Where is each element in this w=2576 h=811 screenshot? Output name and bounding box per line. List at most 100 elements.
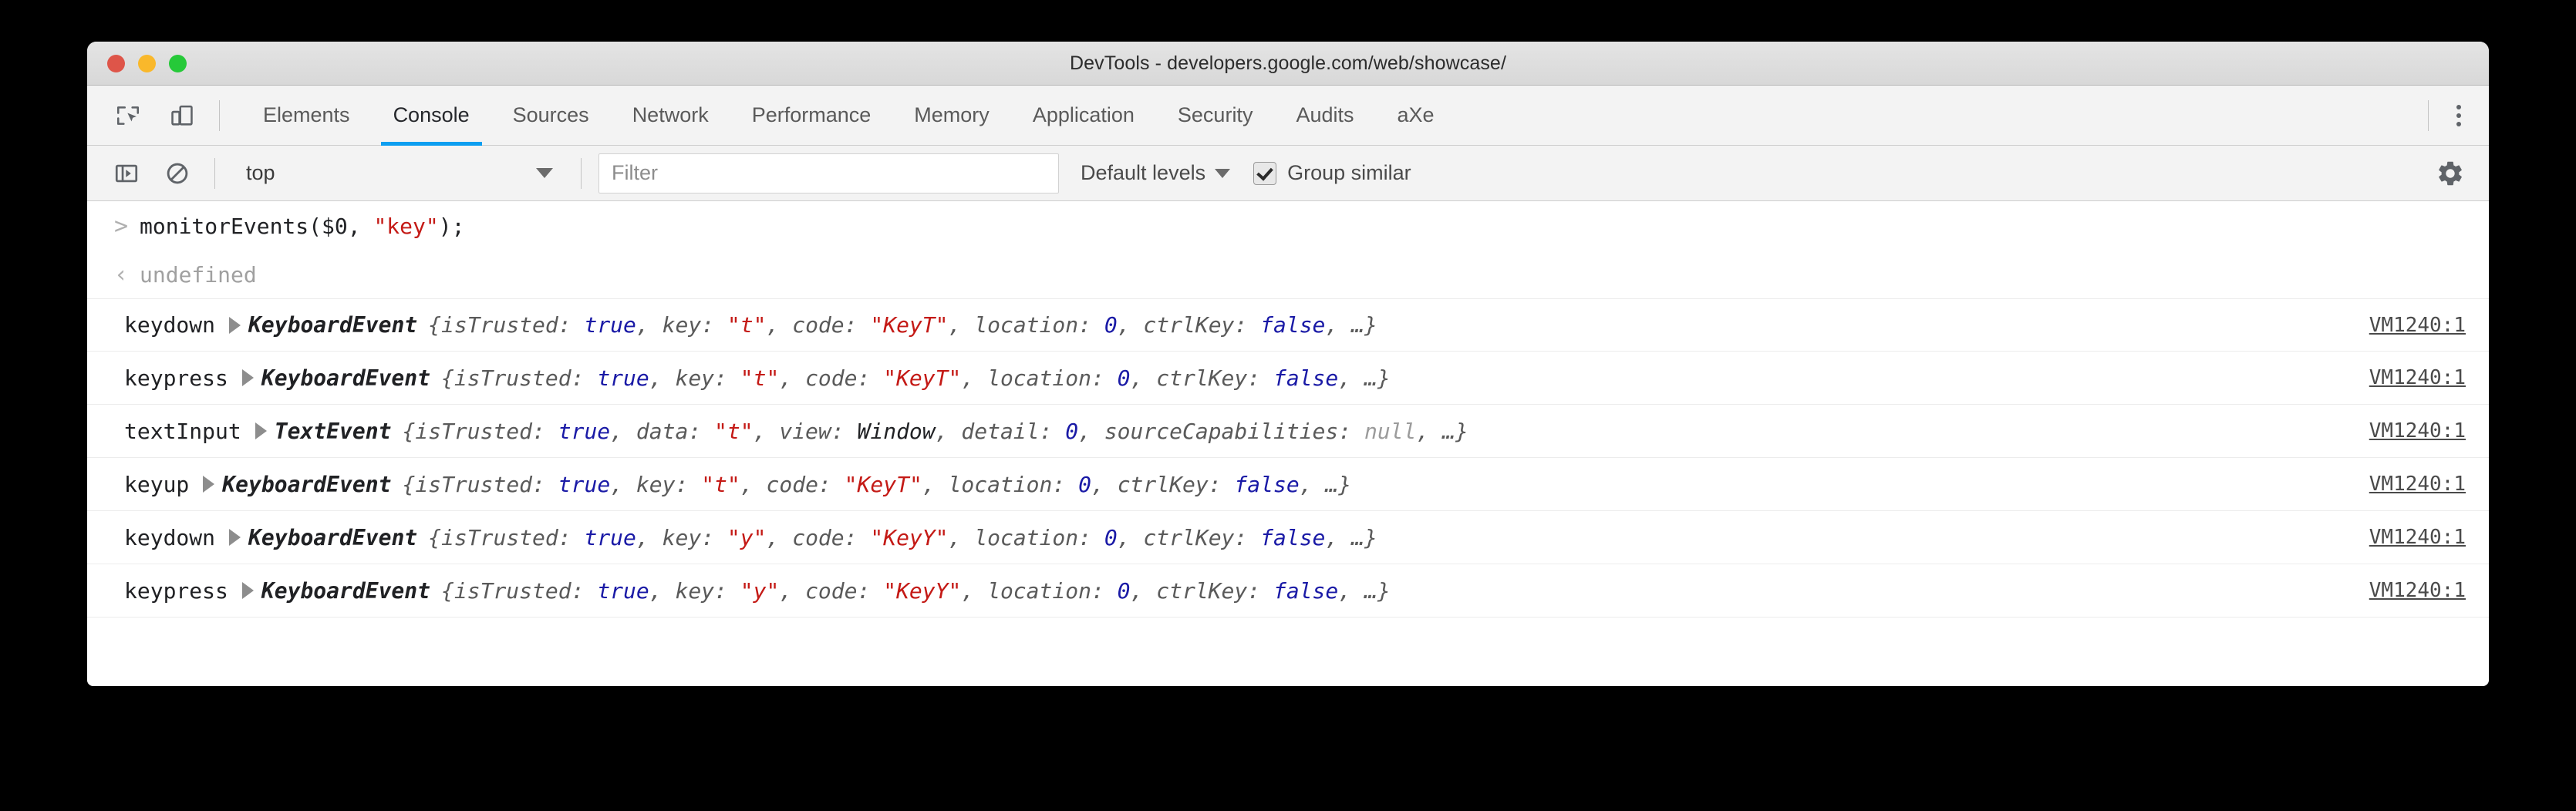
code-string: "key" — [373, 214, 438, 239]
event-type-label: textInput — [124, 419, 241, 444]
clear-console-icon[interactable] — [157, 153, 197, 193]
preview-value: "t" — [740, 365, 780, 391]
execution-context-value: top — [246, 161, 275, 185]
console-message-list[interactable]: > monitorEvents($0, "key"); ‹ undefined … — [87, 201, 2489, 686]
source-location-link[interactable]: VM1240:1 — [2369, 366, 2466, 389]
console-result-value: undefined — [140, 262, 257, 288]
console-event-row[interactable]: textInputTextEvent{isTrusted: true, data… — [87, 405, 2489, 458]
source-location-link[interactable]: VM1240:1 — [2369, 526, 2466, 549]
traffic-light-buttons[interactable] — [107, 55, 187, 72]
tab-label: Audits — [1296, 103, 1354, 127]
event-type-label: keydown — [124, 312, 215, 338]
console-event-row[interactable]: keydownKeyboardEvent{isTrusted: true, ke… — [87, 298, 2489, 352]
preview-value: false — [1260, 312, 1325, 338]
preview-value: "t" — [701, 472, 740, 497]
console-event-row[interactable]: keydownKeyboardEvent{isTrusted: true, ke… — [87, 511, 2489, 564]
preview-value: false — [1273, 365, 1338, 391]
preview-value: "KeyT" — [883, 365, 961, 391]
preview-value: false — [1273, 578, 1338, 604]
event-constructor-name: KeyboardEvent — [248, 312, 417, 338]
tab-label: Memory — [914, 103, 990, 127]
tabbar-right-divider — [2428, 100, 2429, 131]
expand-triangle-icon[interactable] — [242, 582, 254, 599]
preview-value: "y" — [740, 578, 780, 604]
tab-performance[interactable]: Performance — [730, 86, 893, 146]
group-similar-label: Group similar — [1287, 161, 1411, 185]
source-location-link[interactable]: VM1240:1 — [2369, 579, 2466, 602]
console-event-rows: keydown KeyboardEvent {isTrusted: true, ke… — [87, 298, 2489, 618]
event-object-preview: {isTrusted: true, key: "y", code: "KeyY"… — [441, 578, 1391, 604]
more-options-kebab-icon[interactable] — [2446, 97, 2472, 134]
tab-axe[interactable]: aXe — [1376, 86, 1456, 146]
tab-elements[interactable]: Elements — [241, 86, 372, 146]
event-object-preview: {isTrusted: true, key: "t", code: "KeyT"… — [402, 472, 1351, 497]
result-arrow-icon: ‹ — [103, 261, 140, 288]
event-constructor-name: TextEvent — [275, 419, 392, 444]
tab-label: Security — [1178, 103, 1253, 127]
expand-triangle-icon[interactable] — [203, 476, 214, 493]
close-window-icon[interactable] — [107, 55, 125, 72]
source-location-link[interactable]: VM1240:1 — [2369, 314, 2466, 337]
console-event-row[interactable]: keypress KeyboardEvent {isTrusted: true, k… — [87, 564, 2489, 618]
console-event-row[interactable]: keyupKeyboardEvent{isTrusted: true, key:… — [87, 458, 2489, 511]
code-pre: monitorEvents($0, — [140, 214, 373, 239]
event-type-label: keydown — [124, 525, 215, 550]
tab-application[interactable]: Application — [1011, 86, 1156, 146]
event-constructor-name: KeyboardEvent — [248, 525, 417, 550]
window-title: DevTools - developers.google.com/web/sho… — [87, 52, 2489, 75]
preview-value: "KeyY" — [870, 525, 948, 550]
tab-label: Console — [393, 103, 470, 127]
console-sidebar-toggle-icon[interactable] — [106, 153, 147, 193]
event-type-label: keypress — [124, 578, 228, 604]
filter-input[interactable] — [598, 153, 1059, 193]
tab-label: Performance — [752, 103, 872, 127]
log-levels-dropdown[interactable]: Default levels — [1081, 161, 1230, 185]
execution-context-select[interactable]: top — [232, 153, 564, 193]
filterbar-divider-2 — [581, 158, 582, 189]
tab-sources[interactable]: Sources — [491, 86, 611, 146]
minimize-window-icon[interactable] — [138, 55, 156, 72]
preview-value: "t" — [727, 312, 767, 338]
preview-value: false — [1234, 472, 1299, 497]
preview-value: true — [597, 365, 649, 391]
tab-label: Network — [632, 103, 709, 127]
tab-memory[interactable]: Memory — [892, 86, 1011, 146]
preview-value: "t" — [714, 419, 754, 444]
tab-label: Elements — [263, 103, 350, 127]
tab-security[interactable]: Security — [1156, 86, 1275, 146]
maximize-window-icon[interactable] — [169, 55, 187, 72]
gear-icon[interactable] — [2430, 153, 2470, 193]
filterbar-divider-1 — [214, 158, 215, 189]
console-input-code: monitorEvents($0, "key"); — [140, 214, 464, 239]
source-location-link[interactable]: VM1240:1 — [2369, 473, 2466, 496]
expand-triangle-icon[interactable] — [229, 529, 241, 546]
source-location-link[interactable]: VM1240:1 — [2369, 419, 2466, 443]
event-type-label: keyup — [124, 472, 189, 497]
preview-value: 0 — [1118, 365, 1131, 391]
console-input-row[interactable]: > monitorEvents($0, "key"); — [87, 201, 2489, 251]
tab-label: aXe — [1398, 103, 1435, 127]
expand-triangle-icon[interactable] — [255, 422, 267, 439]
devtools-tabbar: Elements Console Sources Network Perform… — [87, 86, 2489, 146]
prompt-arrow-icon: > — [103, 213, 140, 240]
group-similar-checkbox[interactable] — [1253, 162, 1276, 185]
tab-audits[interactable]: Audits — [1274, 86, 1375, 146]
preview-value: "KeyT" — [870, 312, 948, 338]
event-constructor-name: KeyboardEvent — [261, 578, 430, 604]
preview-value: null — [1364, 419, 1416, 444]
preview-value: "KeyY" — [883, 578, 961, 604]
inspect-element-icon[interactable] — [108, 96, 148, 136]
preview-value: true — [597, 578, 649, 604]
device-toolbar-icon[interactable] — [162, 96, 202, 136]
expand-triangle-icon[interactable] — [229, 317, 241, 334]
preview-value: true — [584, 312, 636, 338]
preview-value: true — [558, 419, 610, 444]
window-titlebar: DevTools - developers.google.com/web/sho… — [87, 42, 2489, 86]
preview-value: 0 — [1078, 472, 1091, 497]
tab-console[interactable]: Console — [372, 86, 491, 146]
expand-triangle-icon[interactable] — [242, 369, 254, 386]
console-event-row[interactable]: keypressKeyboardEvent{isTrusted: true, k… — [87, 352, 2489, 405]
group-similar-toggle[interactable]: Group similar — [1253, 161, 1411, 185]
preview-value: 0 — [1065, 419, 1078, 444]
tab-network[interactable]: Network — [611, 86, 730, 146]
